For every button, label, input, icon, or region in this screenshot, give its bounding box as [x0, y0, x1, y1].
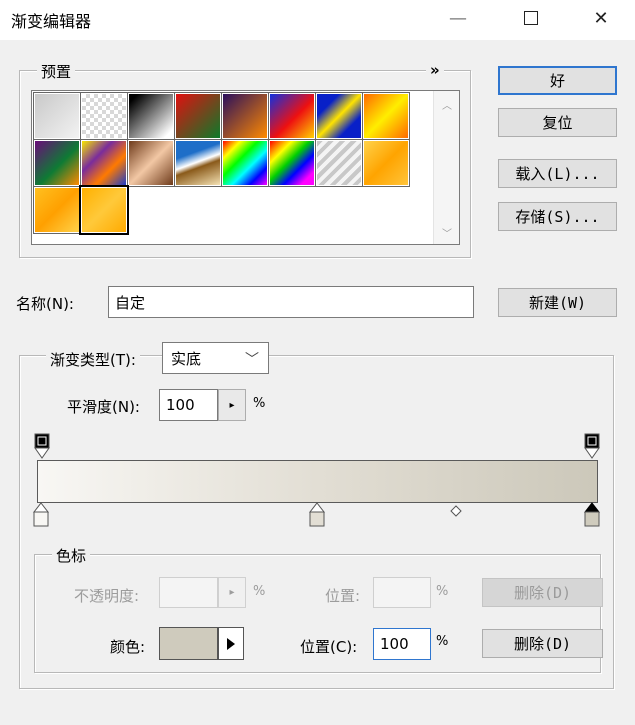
- preset-swatch-blue-red-yellow[interactable]: [268, 92, 316, 140]
- location-unit: %: [436, 634, 449, 649]
- smoothness-spin-button[interactable]: ▸: [218, 389, 246, 421]
- smoothness-unit: %: [253, 396, 266, 411]
- preset-swatch-violet-green-orange[interactable]: [33, 139, 81, 187]
- maximize-icon: [524, 11, 538, 25]
- preset-swatch-foreground-to-background[interactable]: [33, 92, 81, 140]
- color-stop-right-selected[interactable]: [583, 502, 601, 532]
- delete-opacity-stop-button: 删除(D): [482, 578, 603, 607]
- smoothness-value: 100: [166, 396, 195, 414]
- opacity-location-unit: %: [436, 584, 449, 599]
- spin-arrow-icon: ▸: [229, 587, 235, 598]
- name-label: 名称(N):: [16, 295, 74, 313]
- color-picker-arrow[interactable]: [218, 627, 244, 660]
- preset-swatch-blue-yellow-blue[interactable]: [315, 92, 363, 140]
- smoothness-input[interactable]: 100: [159, 389, 218, 421]
- preset-swatch-chrome[interactable]: [174, 139, 222, 187]
- location-input[interactable]: 100: [373, 628, 431, 660]
- preset-swatch-violet-orange[interactable]: [221, 92, 269, 140]
- name-input[interactable]: 自定: [108, 286, 474, 318]
- preset-swatch-foreground-to-transparent[interactable]: [80, 92, 128, 140]
- gradient-type-value: 实底: [171, 349, 202, 368]
- color-stop-left[interactable]: [32, 502, 50, 532]
- minimize-button[interactable]: —: [433, 0, 483, 36]
- load-button[interactable]: 载入(L)...: [498, 159, 617, 188]
- play-arrow-icon: [227, 637, 235, 650]
- preset-swatch-custom-orange-2[interactable]: [33, 186, 81, 234]
- opacity-stop-right[interactable]: [584, 433, 600, 463]
- opacity-label: 不透明度:: [74, 587, 140, 605]
- reset-button[interactable]: 复位: [498, 108, 617, 137]
- color-stop-middle[interactable]: [308, 502, 326, 532]
- color-stops-title: 色标: [52, 545, 91, 566]
- title-bar: 渐变编辑器 — ✕: [0, 0, 635, 40]
- preset-swatch-spectrum[interactable]: [221, 139, 269, 187]
- chevron-down-icon: ﹀: [245, 352, 259, 368]
- gradient-preview-bar[interactable]: [37, 460, 598, 503]
- gradient-type-select[interactable]: 实底 ﹀: [162, 342, 269, 374]
- opacity-spin-button: ▸: [218, 577, 246, 608]
- opacity-input: [159, 577, 218, 608]
- presets-title: 预置: [37, 61, 76, 82]
- maximize-button[interactable]: [506, 0, 556, 36]
- preset-swatch-orange-yellow-orange[interactable]: [362, 92, 410, 140]
- location-value: 100: [380, 635, 409, 653]
- preset-swatch-transparent-rainbow[interactable]: [268, 139, 316, 187]
- color-label: 颜色:: [110, 638, 146, 656]
- delete-color-stop-button[interactable]: 删除(D): [482, 629, 603, 658]
- close-button[interactable]: ✕: [576, 0, 626, 36]
- preset-swatch-custom-orange-3[interactable]: [79, 185, 129, 235]
- location-label: 位置(C):: [300, 638, 358, 656]
- opacity-location-label: 位置:: [325, 587, 361, 605]
- gradient-type-label: 渐变类型(T):: [46, 349, 140, 370]
- preset-swatch-black-white[interactable]: [127, 92, 175, 140]
- color-midpoint-diamond[interactable]: [450, 503, 462, 521]
- stop-color-swatch[interactable]: [159, 627, 218, 660]
- opacity-location-input: [373, 577, 431, 608]
- presets-flyout-icon[interactable]: »: [426, 61, 444, 79]
- save-button[interactable]: 存储(S)...: [498, 202, 617, 231]
- preset-swatch-yellow-violet-orange-blue[interactable]: [80, 139, 128, 187]
- spin-arrow-icon: ▸: [229, 399, 235, 411]
- preset-scrollbar[interactable]: ︿ ﹀: [433, 91, 459, 244]
- minimize-icon: —: [449, 7, 467, 29]
- window-title: 渐变编辑器: [11, 12, 92, 31]
- opacity-unit: %: [253, 584, 266, 599]
- preset-swatch-copper[interactable]: [127, 139, 175, 187]
- preset-swatch-red-green[interactable]: [174, 92, 222, 140]
- preset-swatch-transparent-stripes[interactable]: [315, 139, 363, 187]
- name-value: 自定: [115, 293, 146, 312]
- ok-button[interactable]: 好: [498, 66, 617, 95]
- opacity-stop-left[interactable]: [34, 433, 50, 463]
- scroll-up-icon[interactable]: ︿: [442, 97, 452, 112]
- new-button[interactable]: 新建(W): [498, 288, 617, 317]
- preset-swatch-custom-orange-1[interactable]: [362, 139, 410, 187]
- smoothness-label: 平滑度(N):: [67, 398, 140, 416]
- close-icon: ✕: [593, 7, 609, 29]
- scroll-down-icon[interactable]: ﹀: [442, 225, 452, 240]
